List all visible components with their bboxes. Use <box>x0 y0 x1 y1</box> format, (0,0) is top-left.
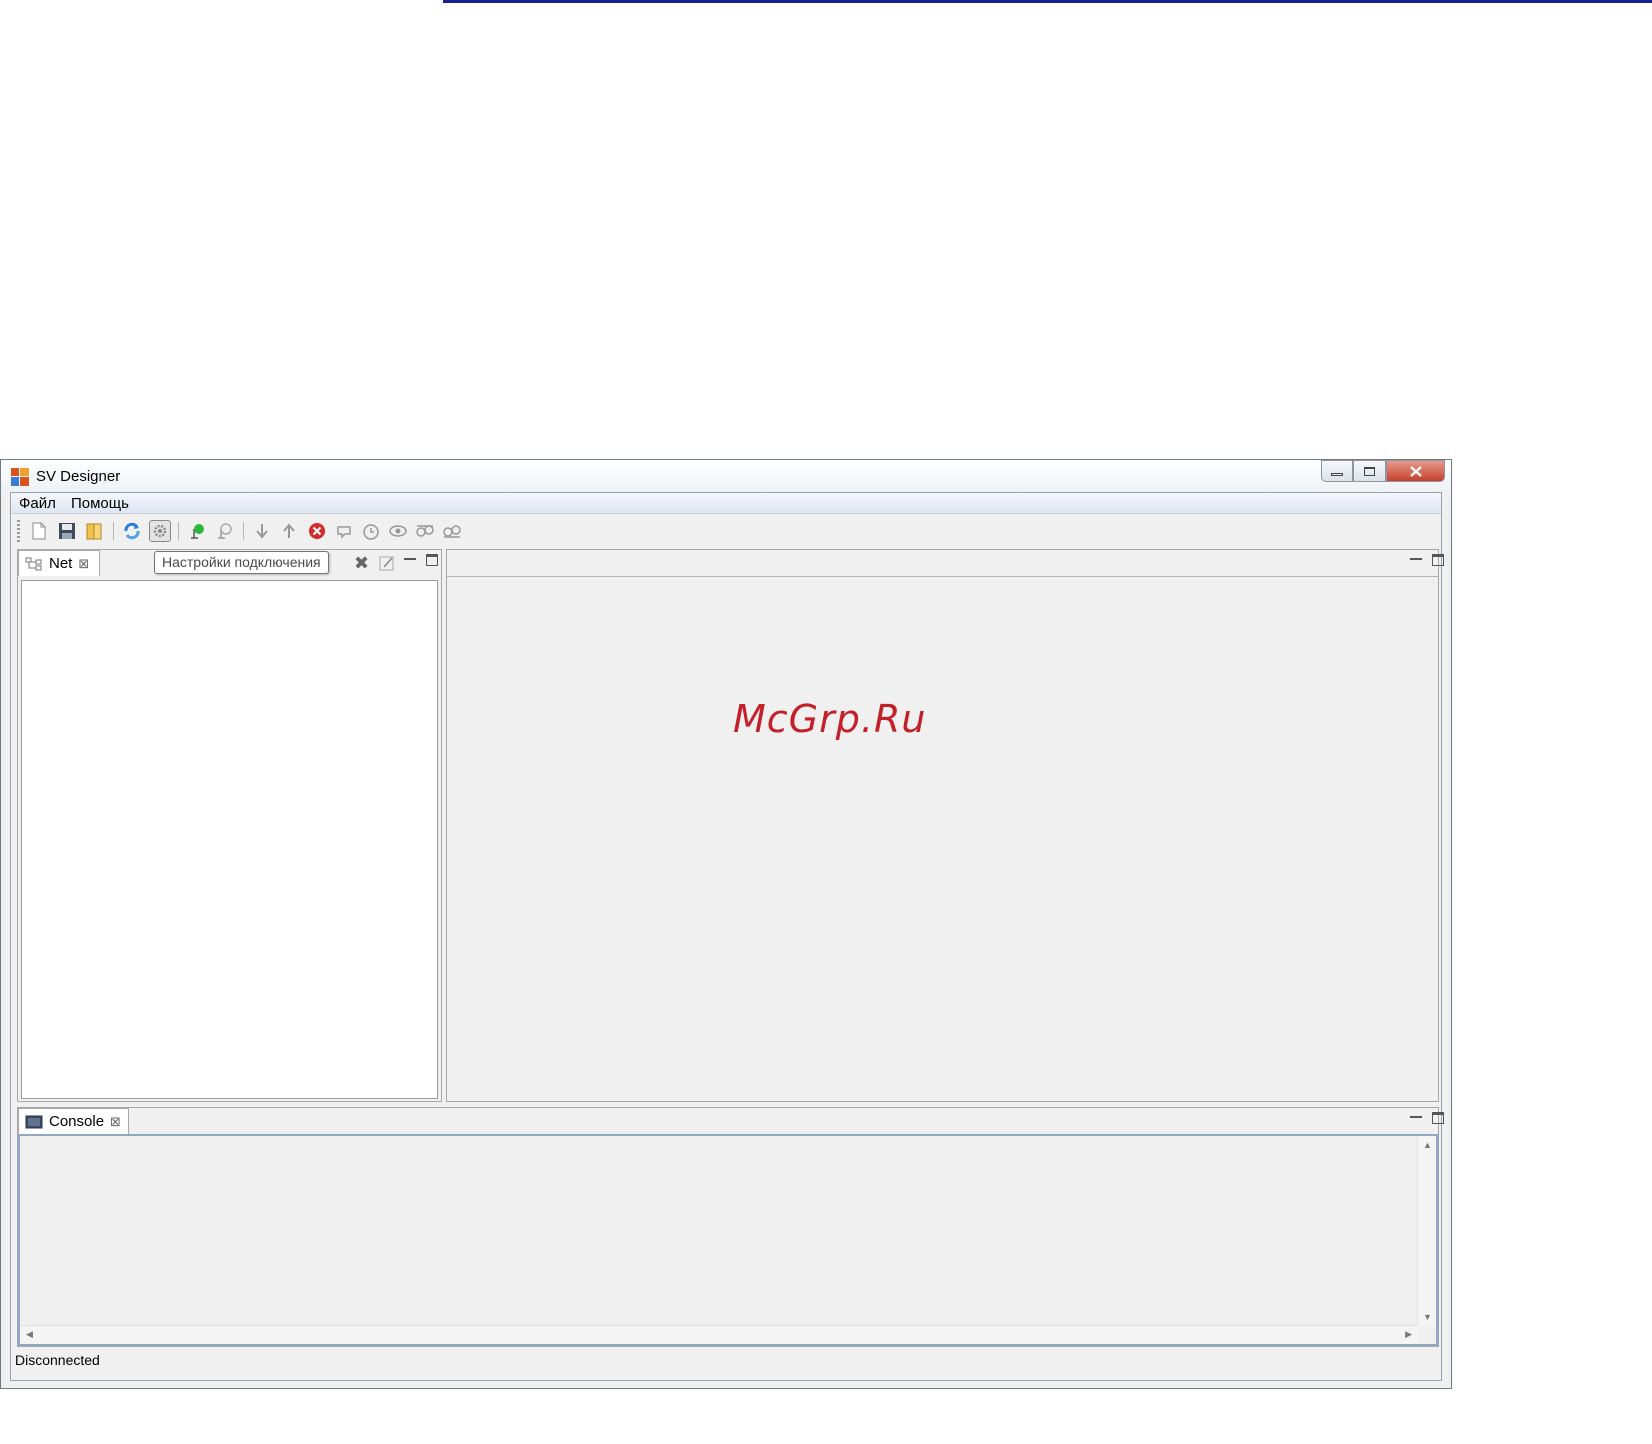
main-toolbar <box>11 514 1441 547</box>
close-button[interactable] <box>1386 460 1445 482</box>
open-button[interactable] <box>83 520 105 542</box>
net-maximize-icon[interactable] <box>426 554 438 566</box>
new-file-button[interactable] <box>28 520 50 542</box>
tab-console[interactable]: Console ⊠ <box>18 1108 129 1134</box>
editor-minimize-icon[interactable] <box>1410 554 1422 560</box>
console-icon <box>25 1115 43 1128</box>
scroll-down-arrow-icon[interactable]: ▼ <box>1423 1312 1432 1322</box>
save-button[interactable] <box>56 520 78 542</box>
upload-icon <box>283 523 295 538</box>
open-book-icon <box>86 523 102 540</box>
refresh-button[interactable] <box>121 520 143 542</box>
console-output[interactable]: ▲ ▼ ◀ ▶ <box>18 1134 1438 1346</box>
new-file-icon <box>32 522 46 540</box>
reset-button[interactable] <box>333 520 355 542</box>
clock-icon <box>363 524 379 540</box>
console-maximize-icon[interactable] <box>1432 1112 1444 1124</box>
menu-file[interactable]: Файл <box>19 495 56 512</box>
net-tree-view[interactable] <box>21 580 438 1099</box>
console-horizontal-scrollbar[interactable]: ◀ ▶ <box>20 1325 1418 1344</box>
disconnect-icon <box>218 523 232 539</box>
transfer-icon <box>416 525 434 537</box>
scroll-right-arrow-icon[interactable]: ▶ <box>1405 1329 1412 1340</box>
watch-button[interactable] <box>387 520 409 542</box>
connection-settings-tooltip: Настройки подключения <box>154 551 329 574</box>
tab-net-label: Net <box>49 555 73 572</box>
download-button[interactable] <box>251 520 273 542</box>
watch-icon <box>389 525 407 537</box>
editor-area <box>446 549 1444 1102</box>
network-tree-icon <box>25 557 42 570</box>
connect-icon <box>191 524 204 539</box>
refresh-icon <box>124 522 140 540</box>
timer-button[interactable] <box>360 520 382 542</box>
reset-icon <box>337 526 351 539</box>
tab-close-icon[interactable]: ⊠ <box>78 556 89 572</box>
toolbar-separator <box>113 522 114 540</box>
tab-console-label: Console <box>49 1113 105 1130</box>
top-accent-line <box>443 0 1652 3</box>
editor-maximize-icon[interactable] <box>1432 554 1444 566</box>
disconnect-button[interactable] <box>213 520 235 542</box>
net-panel: Net ⊠ ✖ <box>17 549 442 1102</box>
toolbar-separator <box>243 522 244 540</box>
minimize-icon <box>1331 472 1343 476</box>
watermark-text: McGrp.Ru <box>733 697 927 741</box>
transfer-button[interactable] <box>414 520 436 542</box>
net-minimize-icon[interactable] <box>404 554 416 560</box>
menu-help[interactable]: Помощь <box>71 495 129 512</box>
download-icon <box>256 524 268 539</box>
tab-net[interactable]: Net ⊠ <box>18 550 100 576</box>
transfer-alt-button[interactable] <box>441 520 463 542</box>
remove-node-icon[interactable]: ✖ <box>354 553 369 574</box>
edit-node-icon[interactable] <box>378 554 396 572</box>
scroll-left-arrow-icon[interactable]: ◀ <box>26 1329 33 1340</box>
app-logo-icon <box>11 468 29 486</box>
close-icon <box>1409 465 1422 477</box>
window-title: SV Designer <box>36 468 121 485</box>
app-window: SV Designer Файл Помощь Net ⊠ ✖ Console … <box>0 459 1452 1389</box>
connection-settings-button[interactable] <box>149 520 171 542</box>
console-vertical-scrollbar[interactable]: ▲ ▼ <box>1417 1136 1436 1326</box>
workbench: Файл Помощь Net ⊠ ✖ Console ⊠ ▲ ▼ ◀ ▶ <box>10 492 1444 1381</box>
status-text: Disconnected <box>15 1352 100 1368</box>
save-icon <box>59 523 75 539</box>
connection-settings-icon <box>153 524 167 538</box>
toolbar-grip[interactable] <box>17 520 20 542</box>
menu-bar: Файл Помощь <box>11 493 1441 514</box>
restore-button[interactable] <box>1353 460 1386 482</box>
scroll-up-arrow-icon[interactable]: ▲ <box>1423 1140 1432 1150</box>
console-panel: Console ⊠ ▲ ▼ ◀ ▶ <box>17 1107 1444 1347</box>
title-bar[interactable]: SV Designer <box>1 460 1451 492</box>
toolbar-separator <box>178 522 179 540</box>
connect-button[interactable] <box>186 520 208 542</box>
minimize-button[interactable] <box>1321 460 1353 482</box>
console-tabstrip: Console ⊠ <box>18 1108 1444 1134</box>
restore-icon <box>1364 466 1375 476</box>
transfer-alt-icon <box>443 525 461 538</box>
console-minimize-icon[interactable] <box>1410 1112 1422 1118</box>
editor-header-divider <box>447 576 1438 577</box>
stop-button[interactable] <box>306 520 328 542</box>
upload-button[interactable] <box>278 520 300 542</box>
stop-icon <box>309 523 325 539</box>
tab-close-icon[interactable]: ⊠ <box>110 1114 121 1130</box>
